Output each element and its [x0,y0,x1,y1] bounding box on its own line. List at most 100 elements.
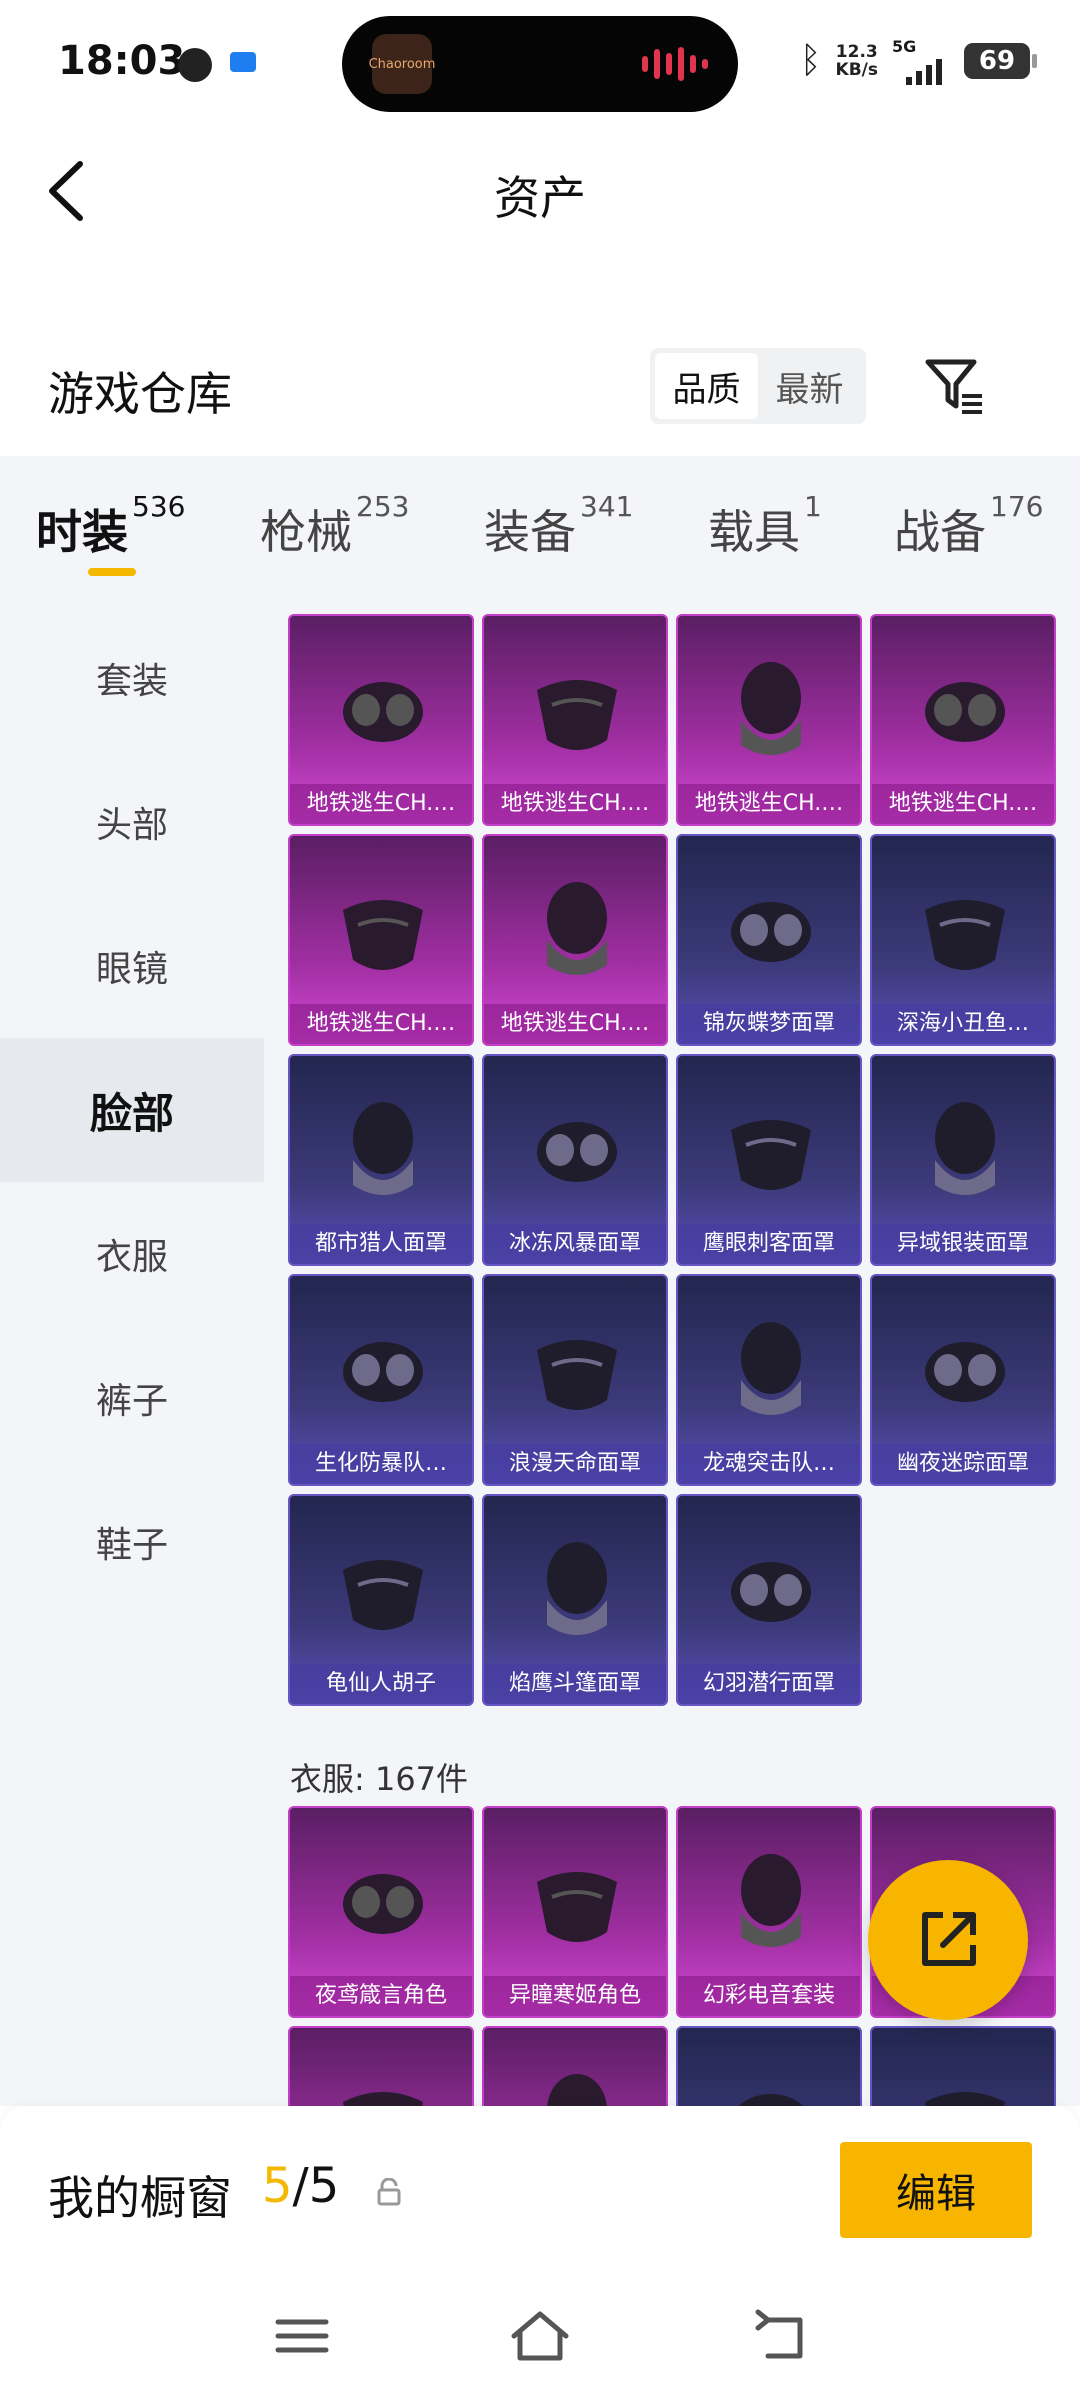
item-card[interactable]: 幻彩电音套装 [676,1806,862,2018]
item-image [343,1874,423,1934]
item-name: 幽夜迷踪面罩 [872,1444,1054,1484]
item-image [741,662,801,755]
item-card[interactable]: 异域银装面罩 [870,1054,1056,1266]
app-header: 资产 [0,130,1080,250]
side-item-shoes[interactable]: 鞋子 [0,1470,264,1614]
net-speed: 12.3 KB/s [836,43,878,79]
item-image [537,680,617,750]
dynamic-island[interactable]: Chaoroom [342,16,738,112]
item-name: 地铁逃生CH.… [484,784,666,824]
sort-quality-button[interactable]: 品质 [655,353,758,419]
item-image [343,900,423,970]
tab-fashion[interactable]: 时装 536 [36,490,185,562]
item-card[interactable]: 生化防暴队… [288,1274,474,1486]
item-image [343,682,423,742]
back-nav-icon[interactable] [748,2306,812,2366]
item-card[interactable]: 冰冻风暴面罩 [482,1054,668,1266]
item-image [925,2092,1005,2106]
item-image [537,1872,617,1942]
clock: 18:03 [58,38,186,84]
side-nav: 套装 头部 眼镜 脸部 衣服 裤子 鞋子 [0,606,264,2106]
item-card[interactable]: 地铁逃生CH.… [482,614,668,826]
item-image [731,1120,811,1190]
item-image [343,1342,423,1402]
side-item-face[interactable]: 脸部 [0,1038,264,1182]
item-card[interactable]: 地铁逃生CH.… [288,614,474,826]
item-card[interactable]: 地铁逃生CH.… [676,614,862,826]
net-speed-unit: KB/s [835,59,878,80]
item-name: 幻羽潜行面罩 [678,1664,860,1704]
item-name: 地铁逃生CH.… [290,784,472,824]
lock-icon [377,2178,401,2206]
item-image [343,2092,423,2106]
item-card[interactable]: 龟仙人胡子 [288,1494,474,1706]
tab-label: 时装 [36,505,128,559]
page-title: 资产 [494,171,586,225]
item-card[interactable]: 浪漫天命面罩 [482,1274,668,1486]
share-button[interactable] [868,1860,1028,2020]
item-card[interactable] [288,2026,474,2106]
item-card[interactable]: 地铁逃生CH.… [870,614,1056,826]
item-card[interactable]: 焰鹰斗篷面罩 [482,1494,668,1706]
menu-icon[interactable] [270,2306,334,2366]
item-name: 地铁逃生CH.… [484,1004,666,1044]
item-card[interactable]: 深海小丑鱼… [870,834,1056,1046]
item-name: 深海小丑鱼… [872,1004,1054,1044]
item-name: 夜鸢箴言角色 [290,1976,472,2016]
side-item-glasses[interactable]: 眼镜 [0,894,264,1038]
item-card[interactable] [482,2026,668,2106]
item-name: 鹰眼刺客面罩 [678,1224,860,1264]
tab-combat-gear[interactable]: 战备 176 [894,490,1043,562]
side-item-outfit[interactable]: 套装 [0,606,264,750]
item-image [343,1560,423,1630]
item-name: 异域银装面罩 [872,1224,1054,1264]
item-card[interactable] [676,2026,862,2106]
tab-vehicles[interactable]: 载具 1 [708,490,822,562]
item-image [739,2094,803,2106]
item-name: 浪漫天命面罩 [484,1444,666,1484]
item-name: 幻彩电音套装 [678,1976,860,2016]
item-card[interactable]: 幽夜迷踪面罩 [870,1274,1056,1486]
item-card[interactable]: 地铁逃生CH.… [288,834,474,1046]
tab-firearms[interactable]: 枪械 253 [260,490,409,562]
item-image [925,1342,1005,1402]
item-name: 地铁逃生CH.… [872,784,1054,824]
item-card[interactable]: 异瞳寒姬角色 [482,1806,668,2018]
message-icon [230,52,256,72]
tab-count: 1 [804,490,822,523]
item-card[interactable]: 都市猎人面罩 [288,1054,474,1266]
showcase-label: 我的橱窗 [48,2171,232,2225]
item-card[interactable]: 锦灰蝶梦面罩 [676,834,862,1046]
side-item-clothes[interactable]: 衣服 [0,1182,264,1326]
showcase-count: 5/5 [262,2158,339,2214]
item-card[interactable]: 幻羽潜行面罩 [676,1494,862,1706]
item-image [741,1322,801,1415]
side-item-pants[interactable]: 裤子 [0,1326,264,1470]
item-card[interactable]: 龙魂突击队… [676,1274,862,1486]
showcase-total: 5 [308,2158,340,2214]
island-app-icon: Chaoroom [369,34,435,94]
side-item-head[interactable]: 头部 [0,750,264,894]
item-image [925,682,1005,742]
sort-toggle: 品质 最新 [650,348,866,424]
item-card[interactable]: 鹰眼刺客面罩 [676,1054,862,1266]
item-card[interactable] [870,2026,1056,2106]
tab-count: 176 [990,490,1044,523]
filter-button[interactable] [922,354,986,418]
home-icon[interactable] [508,2306,572,2366]
warehouse-title: 游戏仓库 [48,367,232,421]
edit-button[interactable]: 编辑 [840,2142,1032,2238]
item-image [547,2074,607,2106]
tab-label: 枪械 [260,505,352,559]
tab-label: 载具 [708,505,800,559]
battery-icon: 69 [964,42,1037,79]
item-card[interactable]: 夜鸢箴言角色 [288,1806,474,2018]
clothes-section-label: 衣服: 167件 [290,1760,469,1798]
status-bar: 18:03 Chaoroom ᛒ 12.3 KB/s 5G 69 [0,0,1080,130]
tab-equipment[interactable]: 装备 341 [484,490,633,562]
tab-label: 战备 [894,505,986,559]
item-card[interactable]: 地铁逃生CH.… [482,834,668,1046]
active-tab-indicator [88,568,136,576]
sort-newest-button[interactable]: 最新 [758,353,861,419]
item-name: 龟仙人胡子 [290,1664,472,1704]
